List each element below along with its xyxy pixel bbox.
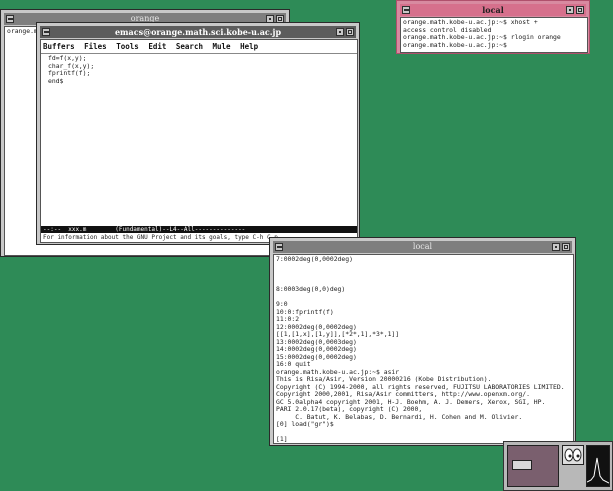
local-top-client[interactable]: orange.math.kobe-u.ac.jp:~$ xhost + acce…	[400, 17, 588, 53]
maximize-button[interactable]	[562, 243, 570, 251]
menu-buffers[interactable]: Buffers	[43, 42, 75, 51]
emacs-title: emacs@orange.math.sci.kobe-u.ac.jp	[114, 27, 282, 37]
load-meter	[586, 445, 610, 487]
pager[interactable]	[507, 445, 559, 487]
window-menu-button[interactable]	[6, 15, 14, 23]
menu-help[interactable]: Help	[240, 42, 258, 51]
local-top-titlebar[interactable]: local	[400, 4, 586, 16]
minimize-button[interactable]	[552, 243, 560, 251]
menu-search[interactable]: Search	[176, 42, 203, 51]
pager-active-desk[interactable]	[512, 460, 532, 470]
local-top-title: local	[482, 5, 504, 15]
maximize-button[interactable]	[576, 6, 584, 14]
maximize-button[interactable]	[346, 28, 354, 36]
menu-edit[interactable]: Edit	[148, 42, 166, 51]
emacs-buffer-text: fd=f(x,y); char_f(x,y); fprintf(f); end$	[48, 54, 95, 85]
emacs-text-area[interactable]: fd=f(x,y); char_f(x,y); fprintf(f); end$	[41, 54, 357, 226]
local-top-terminal-text: orange.math.kobe-u.ac.jp:~$ xhost + acce…	[403, 18, 561, 49]
minimize-button[interactable]	[336, 28, 344, 36]
local-top-window[interactable]: local orange.math.kobe-u.ac.jp:~$ xhost …	[396, 0, 590, 54]
minimize-button[interactable]	[566, 6, 574, 14]
window-menu-button[interactable]	[275, 243, 283, 251]
local-main-client[interactable]: 7:0002deg(0,0002deg) 8:0003deg(0,0)deg) …	[273, 254, 574, 444]
emacs-titlebar[interactable]: emacs@orange.math.sci.kobe-u.ac.jp	[40, 26, 356, 38]
local-main-title: local	[412, 242, 433, 251]
menu-files[interactable]: Files	[84, 42, 107, 51]
emacs-modeline: --:-- xxx.m (Fundamental)--L4--All------…	[41, 226, 357, 233]
window-menu-button[interactable]	[402, 6, 410, 14]
menu-tools[interactable]: Tools	[116, 42, 139, 51]
emacs-window[interactable]: emacs@orange.math.sci.kobe-u.ac.jp Buffe…	[36, 22, 360, 245]
menu-mule[interactable]: Mule	[213, 42, 231, 51]
desktop-panel	[503, 441, 613, 491]
local-main-window[interactable]: local 7:0002deg(0,0002deg) 8:0003deg(0,0…	[269, 237, 576, 446]
emacs-client[interactable]: Buffers Files Tools Edit Search Mule Hel…	[40, 39, 358, 243]
emacs-menubar: Buffers Files Tools Edit Search Mule Hel…	[41, 40, 357, 54]
window-menu-button[interactable]	[42, 28, 50, 36]
xeyes-icon[interactable]	[562, 445, 584, 465]
local-main-terminal-text: 7:0002deg(0,0002deg) 8:0003deg(0,0)deg) …	[274, 255, 573, 443]
local-main-titlebar[interactable]: local	[273, 241, 572, 253]
